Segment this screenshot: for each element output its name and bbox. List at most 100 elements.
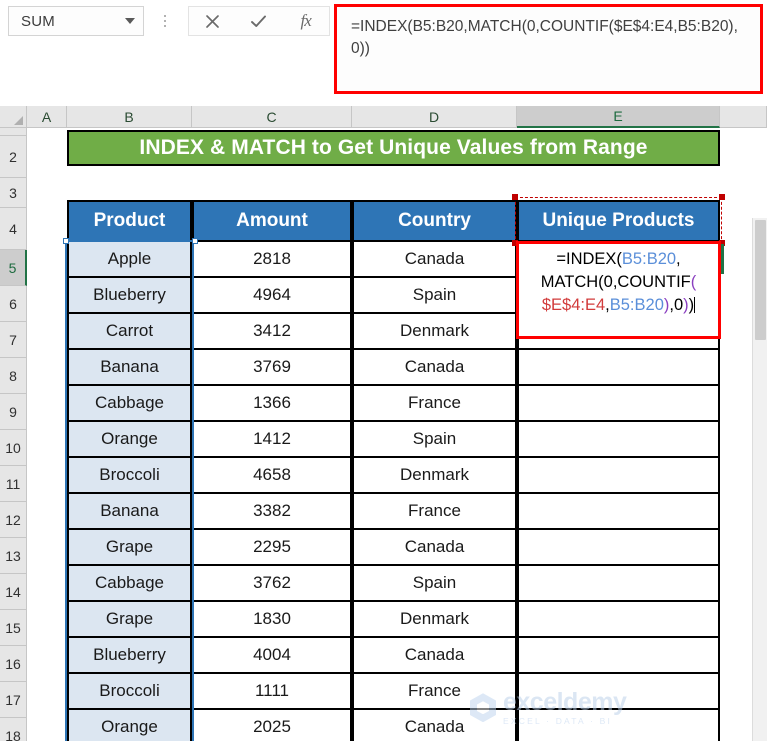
table-cell-country[interactable]: Spain — [352, 422, 517, 458]
vertical-scrollbar[interactable] — [752, 218, 767, 741]
enter-icon[interactable] — [239, 7, 279, 35]
table-cell-product[interactable]: Orange — [67, 710, 192, 741]
table-cell-amount[interactable]: 4964 — [192, 278, 352, 314]
row-header-7[interactable]: 7 — [0, 322, 27, 358]
chevron-down-icon[interactable] — [125, 18, 135, 24]
formula-bar-strip: SUM fx =INDEX(B5:B20,MATCH(0,COUNTIF($E — [0, 0, 767, 100]
table-cell-unique[interactable] — [517, 494, 720, 530]
table-cell-product[interactable]: Grape — [67, 602, 192, 638]
table-cell-product[interactable]: Cabbage — [67, 566, 192, 602]
table-cell-country[interactable]: Denmark — [352, 602, 517, 638]
table-cell-amount[interactable]: 4658 — [192, 458, 352, 494]
table-cell-country[interactable]: Canada — [352, 530, 517, 566]
table-cell-unique[interactable] — [517, 638, 720, 674]
table-cell-unique[interactable] — [517, 458, 720, 494]
table-cell-product[interactable]: Blueberry — [67, 638, 192, 674]
table-cell-product[interactable]: Banana — [67, 494, 192, 530]
table-cell-country[interactable]: Canada — [352, 350, 517, 386]
column-header-d[interactable]: D — [352, 106, 517, 128]
table-cell-country[interactable]: France — [352, 674, 517, 710]
cancel-icon[interactable] — [192, 7, 232, 35]
row-header-8[interactable]: 8 — [0, 358, 27, 394]
table-cell-unique[interactable] — [517, 422, 720, 458]
table-cell-unique[interactable] — [517, 350, 720, 386]
table-cell-unique[interactable] — [517, 386, 720, 422]
formula-token: B5:B20 — [610, 296, 664, 314]
row-header-15[interactable]: 15 — [0, 610, 27, 646]
table-cell-product[interactable]: Carrot — [67, 314, 192, 350]
table-cell-unique[interactable] — [517, 710, 720, 741]
table-cell-country[interactable]: Denmark — [352, 314, 517, 350]
column-header-a[interactable]: A — [27, 106, 67, 128]
table-cell-country[interactable]: Canada — [352, 242, 517, 278]
row-headers: 23456789101112131415161718 — [0, 128, 27, 741]
table-cell-unique[interactable] — [517, 602, 720, 638]
row-header-9[interactable]: 9 — [0, 394, 27, 430]
row-header-5[interactable]: 5 — [0, 250, 27, 286]
table-header-e: Unique Products — [517, 200, 720, 242]
table-cell-product[interactable]: Banana — [67, 350, 192, 386]
table-cell-country[interactable]: Canada — [352, 710, 517, 741]
row-header-10[interactable]: 10 — [0, 430, 27, 466]
vertical-scrollbar-thumb[interactable] — [755, 220, 766, 340]
formula-line: MATCH(0,COUNTIF( — [524, 271, 713, 294]
insert-function-icon[interactable]: fx — [286, 7, 326, 35]
table-cell-amount[interactable]: 3762 — [192, 566, 352, 602]
table-cell-amount[interactable]: 1830 — [192, 602, 352, 638]
table-cell-product[interactable]: Orange — [67, 422, 192, 458]
column-header-f[interactable] — [720, 106, 767, 128]
row-header-13[interactable]: 13 — [0, 538, 27, 574]
table-cell-amount[interactable]: 1412 — [192, 422, 352, 458]
table-cell-product[interactable]: Broccoli — [67, 674, 192, 710]
row-header-4[interactable]: 4 — [0, 208, 27, 250]
table-cell-product[interactable]: Blueberry — [67, 278, 192, 314]
table-cell-amount[interactable]: 2295 — [192, 530, 352, 566]
insert-function-label: fx — [301, 11, 311, 31]
formula-token: ,0 — [669, 296, 683, 314]
cell-editor-e5[interactable]: =INDEX(B5:B20,MATCH(0,COUNTIF($E$4:E4,B5… — [516, 241, 721, 339]
table-cell-amount[interactable]: 1366 — [192, 386, 352, 422]
table-cell-amount[interactable]: 4004 — [192, 638, 352, 674]
column-header-b[interactable]: B — [67, 106, 192, 128]
table-cell-product[interactable]: Cabbage — [67, 386, 192, 422]
table-cell-product[interactable]: Broccoli — [67, 458, 192, 494]
table-cell-country[interactable]: Spain — [352, 278, 517, 314]
table-cell-country[interactable]: France — [352, 386, 517, 422]
table-cell-product[interactable]: Apple — [67, 242, 192, 278]
table-cell-unique[interactable] — [517, 530, 720, 566]
table-cell-amount[interactable]: 3412 — [192, 314, 352, 350]
formula-action-buttons: fx — [188, 6, 330, 36]
row-header-17[interactable]: 17 — [0, 682, 27, 718]
row-header-1[interactable] — [0, 128, 27, 136]
table-cell-amount[interactable]: 2818 — [192, 242, 352, 278]
table-cell-unique[interactable] — [517, 674, 720, 710]
sheet-canvas: INDEX & MATCH to Get Unique Values from … — [27, 128, 767, 741]
row-header-12[interactable]: 12 — [0, 502, 27, 538]
table-cell-country[interactable]: Denmark — [352, 458, 517, 494]
name-box[interactable]: SUM — [8, 6, 144, 36]
formula-token: $E$4:E4 — [542, 296, 605, 314]
column-header-c[interactable]: C — [192, 106, 352, 128]
row-header-16[interactable]: 16 — [0, 646, 27, 682]
table-cell-country[interactable]: Canada — [352, 638, 517, 674]
table-cell-country[interactable]: Spain — [352, 566, 517, 602]
table-cell-amount[interactable]: 2025 — [192, 710, 352, 741]
table-cell-amount[interactable]: 3382 — [192, 494, 352, 530]
formula-bar-input[interactable]: =INDEX(B5:B20,MATCH(0,COUNTIF($E$4:E4,B5… — [337, 7, 760, 91]
name-box-value: SUM — [21, 13, 125, 30]
table-header-b: Product — [67, 200, 192, 242]
table-cell-product[interactable]: Grape — [67, 530, 192, 566]
row-header-18[interactable]: 18 — [0, 718, 27, 741]
table-cell-unique[interactable] — [517, 566, 720, 602]
table-cell-country[interactable]: France — [352, 494, 517, 530]
row-header-3[interactable]: 3 — [0, 178, 27, 208]
select-all-corner[interactable] — [0, 106, 27, 128]
column-header-e[interactable]: E — [517, 106, 720, 128]
table-cell-amount[interactable]: 3769 — [192, 350, 352, 386]
active-cell-marker — [721, 244, 724, 274]
table-cell-amount[interactable]: 1111 — [192, 674, 352, 710]
row-header-2[interactable]: 2 — [0, 136, 27, 178]
row-header-11[interactable]: 11 — [0, 466, 27, 502]
row-header-6[interactable]: 6 — [0, 286, 27, 322]
row-header-14[interactable]: 14 — [0, 574, 27, 610]
